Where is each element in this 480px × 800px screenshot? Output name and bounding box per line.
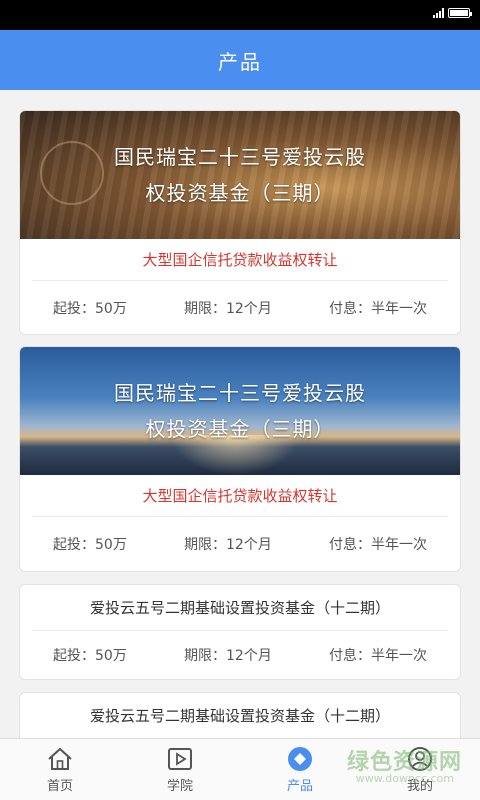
product-info-row: 起投：50万 期限：12个月 付息：半年一次: [20, 281, 460, 334]
nav-label: 产品: [286, 778, 313, 794]
product-icon: [287, 746, 313, 772]
nav-item-product[interactable]: 产品: [240, 739, 360, 800]
nav-label: 我的: [406, 778, 433, 794]
product-title: 爱投云五号二期基础设置投资基金（十二期）: [32, 693, 448, 738]
nav-item-home[interactable]: 首页: [0, 739, 120, 800]
interest: 付息：半年一次: [329, 537, 427, 553]
banner-title-line1: 国民瑞宝二十三号爱投云股: [114, 381, 366, 405]
nav-item-mine[interactable]: 我的: [360, 739, 480, 800]
banner-title-line2: 权投资基金（三期）: [145, 417, 335, 441]
min-invest: 起投：50万: [53, 648, 127, 664]
term: 期限：12个月: [184, 537, 272, 553]
banner-title-line1: 国民瑞宝二十三号爱投云股: [114, 145, 366, 169]
min-invest: 起投：50万: [53, 537, 127, 553]
battery-icon: [448, 8, 472, 18]
product-info-row: 起投：50万 期限：12个月 付息：半年一次: [20, 517, 460, 571]
play-icon: [167, 746, 193, 772]
product-card[interactable]: 爱投云五号二期基础设置投资基金（十二期） 起投：50万 期限：12个月 付息：半…: [19, 584, 461, 680]
product-title: 爱投云五号二期基础设置投资基金（十二期）: [32, 585, 448, 631]
status-icons: [433, 8, 472, 18]
app-header: 产品: [0, 30, 480, 90]
nav-item-academy[interactable]: 学院: [120, 739, 240, 800]
product-info-row: 起投：50万 期限：12个月 付息：半年一次: [20, 631, 460, 679]
banner-title-line2: 权投资基金（三期）: [145, 181, 335, 205]
interest: 付息：半年一次: [329, 301, 427, 317]
product-card[interactable]: 国民瑞宝二十三号爱投云股 权投资基金（三期） 大型国企信托贷款收益权转让 起投：…: [19, 346, 461, 572]
product-subtitle: 大型国企信托贷款收益权转让: [32, 239, 448, 281]
term: 期限：12个月: [184, 301, 272, 317]
user-icon: [407, 746, 433, 772]
product-card[interactable]: 爱投云五号二期基础设置投资基金（十二期）: [19, 692, 461, 738]
min-invest: 起投：50万: [53, 301, 127, 317]
product-subtitle: 大型国企信托贷款收益权转让: [32, 475, 448, 517]
home-icon: [47, 746, 73, 772]
term: 期限：12个月: [184, 648, 272, 664]
interest: 付息：半年一次: [329, 648, 427, 664]
status-bar: [0, 0, 480, 30]
signal-icon: [433, 8, 444, 18]
product-banner: 国民瑞宝二十三号爱投云股 权投资基金（三期）: [20, 111, 460, 239]
product-list: 国民瑞宝二十三号爱投云股 权投资基金（三期） 大型国企信托贷款收益权转让 起投：…: [0, 90, 480, 738]
bottom-nav: 首页 学院 产品 我的: [0, 738, 480, 800]
product-card[interactable]: 国民瑞宝二十三号爱投云股 权投资基金（三期） 大型国企信托贷款收益权转让 起投：…: [19, 110, 461, 335]
product-banner: 国民瑞宝二十三号爱投云股 权投资基金（三期）: [20, 347, 460, 475]
page-title: 产品: [218, 49, 262, 74]
nav-label: 首页: [46, 778, 73, 794]
nav-label: 学院: [166, 778, 193, 794]
